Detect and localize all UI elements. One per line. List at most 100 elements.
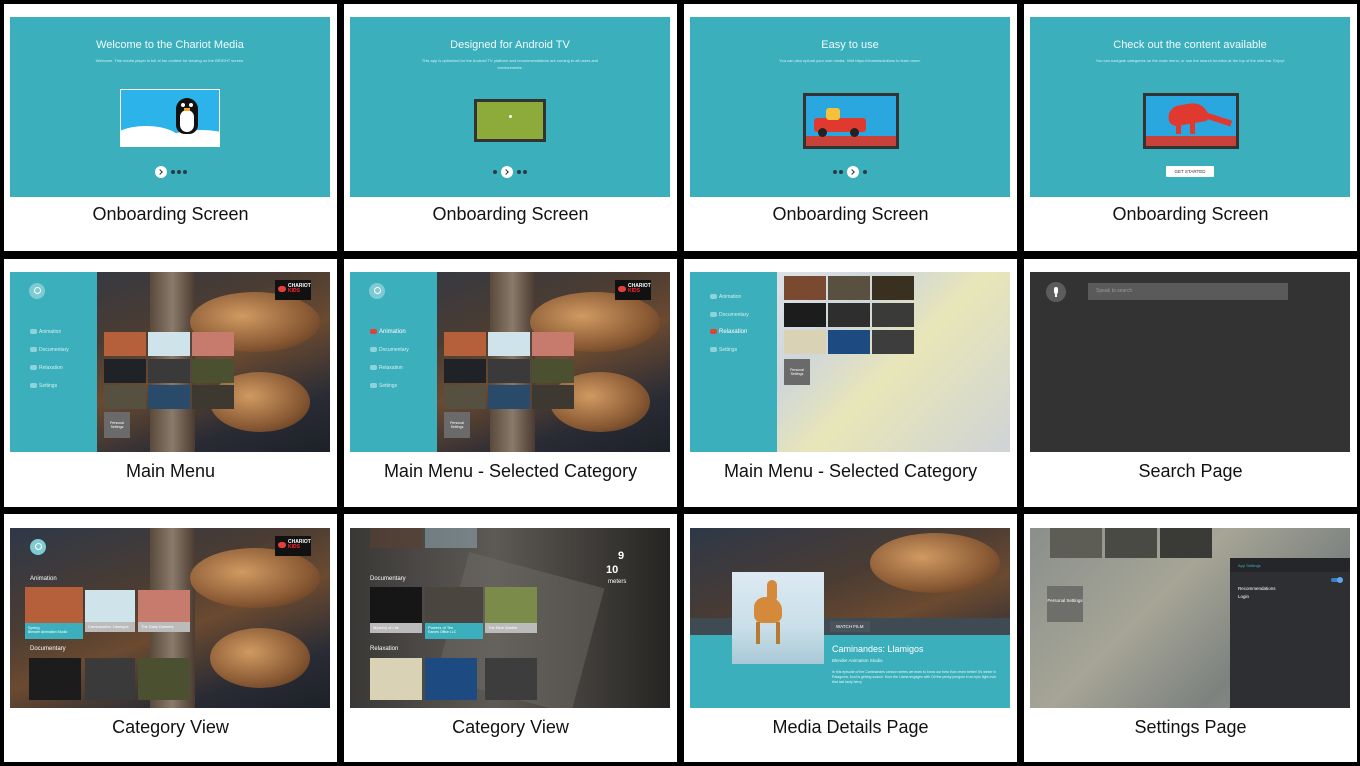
sidebar-item-documentary[interactable]: Documentary <box>370 347 409 353</box>
media-tile[interactable] <box>532 359 574 383</box>
onboarding-title: Easy to use <box>821 39 879 51</box>
search-icon[interactable] <box>30 539 46 555</box>
sidebar-item-documentary[interactable]: Documentary <box>710 312 749 318</box>
media-tile[interactable] <box>532 332 574 356</box>
category-icon <box>370 365 377 371</box>
watch-film-button[interactable]: WATCH FILM <box>830 621 870 632</box>
media-tile[interactable] <box>425 658 477 700</box>
personal-settings-tile[interactable]: Personal Settings <box>104 412 130 438</box>
next-page-button[interactable] <box>155 165 167 178</box>
media-tile[interactable] <box>148 359 190 383</box>
media-tile[interactable] <box>192 359 234 383</box>
sidebar-item-relaxation[interactable]: Relaxation <box>30 365 63 371</box>
onboarding-screen-1[interactable]: Welcome to the Chariot Media Welcome. Th… <box>10 17 330 197</box>
personal-settings-tile[interactable]: Personal Settings <box>784 359 810 385</box>
sidebar-item-animation[interactable]: Animation <box>370 329 406 335</box>
category-icon <box>30 365 37 371</box>
media-tile[interactable] <box>872 276 914 300</box>
media-tile[interactable] <box>444 385 486 409</box>
button-label: WATCH FILM <box>836 624 864 629</box>
get-started-button[interactable]: GET STARTED <box>1166 166 1214 177</box>
media-tile[interactable] <box>828 330 870 354</box>
media-card-earth[interactable]: The Blue Marble <box>485 587 537 633</box>
sidebar-item-relaxation[interactable]: Relaxation <box>370 365 403 371</box>
car-illustration <box>803 93 899 149</box>
media-tile[interactable] <box>148 332 190 356</box>
search-input[interactable]: Speak to search <box>1088 283 1288 300</box>
media-card-spring[interactable]: Spring Blender Animation Studio <box>25 587 83 639</box>
media-tile[interactable] <box>425 528 477 548</box>
sidebar-item-label: Documentary <box>719 312 749 318</box>
recommendations-setting[interactable]: Recommendations <box>1238 577 1343 591</box>
onboarding-screen-4[interactable]: Check out the content available You can … <box>1030 17 1350 197</box>
media-tile <box>1105 528 1157 558</box>
media-card-mystery[interactable]: Mystery of Life <box>370 587 422 633</box>
card-search: Speak to search Search Page <box>1024 259 1357 507</box>
media-tile[interactable] <box>485 658 537 700</box>
media-tile[interactable] <box>104 385 146 409</box>
media-tile[interactable] <box>872 330 914 354</box>
media-card-llamigos[interactable]: Caminandes: Llamigos <box>85 590 135 632</box>
category-icon <box>710 329 717 334</box>
media-tile[interactable] <box>532 385 574 409</box>
card-onboarding-1: Welcome to the Chariot Media Welcome. Th… <box>4 4 337 251</box>
media-tile[interactable] <box>85 658 135 700</box>
media-tile[interactable] <box>148 385 190 409</box>
sidebar-item-label: Documentary <box>39 347 69 353</box>
microphone-icon[interactable] <box>1046 282 1066 302</box>
media-tile[interactable] <box>784 303 826 327</box>
row-header-relaxation: Relaxation <box>370 646 399 652</box>
onboarding-screen-2[interactable]: Designed for Android TV This app is opti… <box>350 17 670 197</box>
penguin-illustration <box>120 89 220 147</box>
caption: Onboarding Screen <box>772 204 929 224</box>
media-tile[interactable] <box>138 658 190 700</box>
media-tile[interactable] <box>104 332 146 356</box>
onboarding-screen-3[interactable]: Easy to use You can also upload your own… <box>690 17 1010 197</box>
media-tile <box>1160 528 1212 558</box>
sidebar-item-relaxation[interactable]: Relaxation <box>710 329 747 335</box>
search-icon[interactable] <box>369 283 385 299</box>
personal-settings-tile[interactable]: Personal Settings <box>444 412 470 438</box>
media-tile[interactable] <box>104 359 146 383</box>
media-tile[interactable] <box>872 303 914 327</box>
next-page-button[interactable] <box>501 165 513 178</box>
card-media-details: WATCH FILM Caminandes: Llamigos Blender … <box>684 514 1017 762</box>
media-tile[interactable] <box>784 276 826 300</box>
measurement-readout: 9 10 meters <box>606 550 626 585</box>
media-tile[interactable] <box>192 332 234 356</box>
tile-label: Personal Settings <box>1047 598 1083 603</box>
category-icon <box>370 347 377 353</box>
search-icon[interactable] <box>29 283 45 299</box>
media-tile[interactable] <box>488 332 530 356</box>
media-tile[interactable] <box>488 385 530 409</box>
pager-dots <box>350 163 670 178</box>
sidebar-item-label: Relaxation <box>719 329 748 336</box>
media-tile[interactable] <box>192 385 234 409</box>
media-tile[interactable] <box>444 359 486 383</box>
category-icon <box>710 294 717 300</box>
sidebar-item-label: Animation <box>719 294 742 300</box>
recommendations-toggle[interactable] <box>1331 577 1343 583</box>
media-tile[interactable] <box>488 359 530 383</box>
sidebar-item-animation[interactable]: Animation <box>710 294 741 300</box>
sidebar-item-documentary[interactable]: Documentary <box>30 347 69 353</box>
media-tile[interactable] <box>29 658 81 700</box>
media-tile[interactable] <box>370 528 422 548</box>
sidebar: Animation Documentary Relaxation Setting… <box>10 272 97 452</box>
category-icon <box>30 347 37 353</box>
next-page-button[interactable] <box>847 165 859 178</box>
media-tile[interactable] <box>370 658 422 700</box>
media-card-dweebs[interactable]: The Daily Dweebs <box>138 590 190 632</box>
sidebar-item-settings[interactable]: Settings <box>30 383 57 389</box>
login-setting[interactable]: Login <box>1238 594 1249 599</box>
media-tile[interactable] <box>784 330 826 354</box>
sidebar-item-animation[interactable]: Animation <box>30 329 61 335</box>
sidebar-item-settings[interactable]: Settings <box>370 383 397 389</box>
settings-screen: Personal Settings App Settings Recommend… <box>1030 528 1350 708</box>
media-tile[interactable] <box>828 276 870 300</box>
sidebar-item-settings[interactable]: Settings <box>710 347 737 353</box>
media-tile[interactable] <box>828 303 870 327</box>
media-tile[interactable] <box>444 332 486 356</box>
media-card-powers[interactable]: Powers of Ten Eames Office LLC <box>425 587 483 639</box>
tile-label: Personal Settings <box>790 368 804 376</box>
